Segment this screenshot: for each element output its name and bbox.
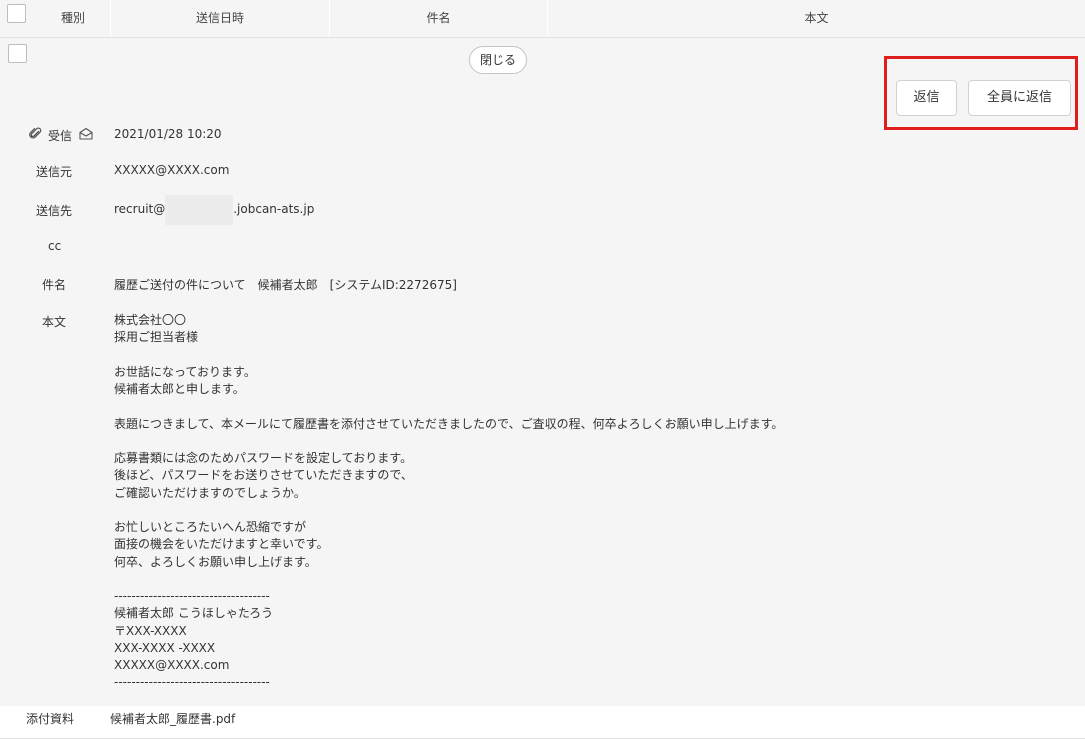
body-line: 候補者太郎と申します。 bbox=[114, 382, 245, 396]
column-header-type[interactable]: 種別 bbox=[36, 0, 111, 37]
body-line: XXX-XXXX -XXXX bbox=[114, 640, 216, 655]
body-line: 後ほど、パスワードをお送りさせていただきますので、 bbox=[114, 468, 413, 483]
reply-button[interactable]: 返信 bbox=[896, 80, 957, 116]
to-address-suffix: .jobcan-ats.jp bbox=[233, 202, 315, 216]
select-all-checkbox[interactable] bbox=[7, 4, 26, 23]
body-line bbox=[114, 398, 1014, 415]
to-label: 送信先 bbox=[36, 204, 73, 218]
cc-label: cc bbox=[48, 239, 62, 253]
reply-all-button[interactable]: 全員に返信 bbox=[968, 80, 1071, 116]
body-line: XXXXX@XXXX.com bbox=[114, 658, 230, 672]
body-line: 採用ご担当者様 bbox=[114, 330, 199, 345]
subject-value: 履歴ご送付の件について 候補者太郎 [システムID:2272675] bbox=[114, 278, 457, 292]
from-address: XXXXX@XXXX.com bbox=[114, 163, 230, 177]
body-line bbox=[114, 502, 1014, 519]
body-line: 応募書類には念のためパスワードを設定しております。 bbox=[114, 451, 413, 465]
attachments-label: 添付資料 bbox=[26, 712, 75, 726]
row-checkbox[interactable] bbox=[8, 44, 27, 63]
table-header: 種別 送信日時 件名 本文 bbox=[0, 0, 1085, 38]
body-label: 本文 bbox=[42, 315, 67, 329]
redacted-domain bbox=[165, 194, 234, 225]
message-body: 株式会社〇〇 採用ご担当者様お世話になっております。 候補者太郎と申します。表題につ… bbox=[114, 312, 1014, 692]
body-line: ご確認いただけますのでしょうか。 bbox=[114, 485, 306, 500]
body-line: お世話になっております。 bbox=[114, 364, 256, 379]
column-header-body[interactable]: 本文 bbox=[548, 0, 1085, 37]
body-line: 何卒、よろしくお願い申し上げます。 bbox=[114, 554, 317, 569]
body-line: ------------------------------------ bbox=[114, 675, 270, 690]
paperclip-icon bbox=[29, 127, 42, 139]
body-line bbox=[114, 571, 1014, 588]
column-header-sent-datetime[interactable]: 送信日時 bbox=[111, 0, 330, 37]
to-address: recruit@ .jobcan-ats.jp bbox=[114, 194, 315, 225]
type-label: 受信 bbox=[48, 129, 73, 143]
to-address-prefix: recruit@ bbox=[114, 202, 166, 216]
body-line: 面接の機会をいただけますと幸いです。 bbox=[114, 537, 329, 552]
subject-label: 件名 bbox=[42, 278, 67, 292]
body-line: 候補者太郎 こうほしゃたろう bbox=[114, 606, 274, 621]
body-line: ------------------------------------ bbox=[114, 589, 270, 603]
column-header-subject[interactable]: 件名 bbox=[330, 0, 548, 37]
body-line: 表題につきまして、本メールにて履歴書を添付させていただきましたので、ご査収の程、… bbox=[114, 416, 784, 431]
body-line bbox=[114, 433, 1014, 450]
body-line: お忙しいところたいへん恐縮ですが bbox=[114, 520, 307, 534]
attachment-file-link[interactable]: 候補者太郎_履歴書.pdf bbox=[110, 710, 235, 727]
close-button[interactable]: 閉じる bbox=[469, 46, 527, 74]
body-line bbox=[114, 347, 1014, 364]
envelope-open-icon bbox=[79, 127, 93, 140]
body-line: 株式会社〇〇 bbox=[114, 313, 187, 327]
sent-datetime: 2021/01/28 10:20 bbox=[114, 127, 222, 141]
body-line: 〒XXX-XXXX bbox=[114, 623, 187, 638]
from-label: 送信元 bbox=[36, 165, 73, 179]
